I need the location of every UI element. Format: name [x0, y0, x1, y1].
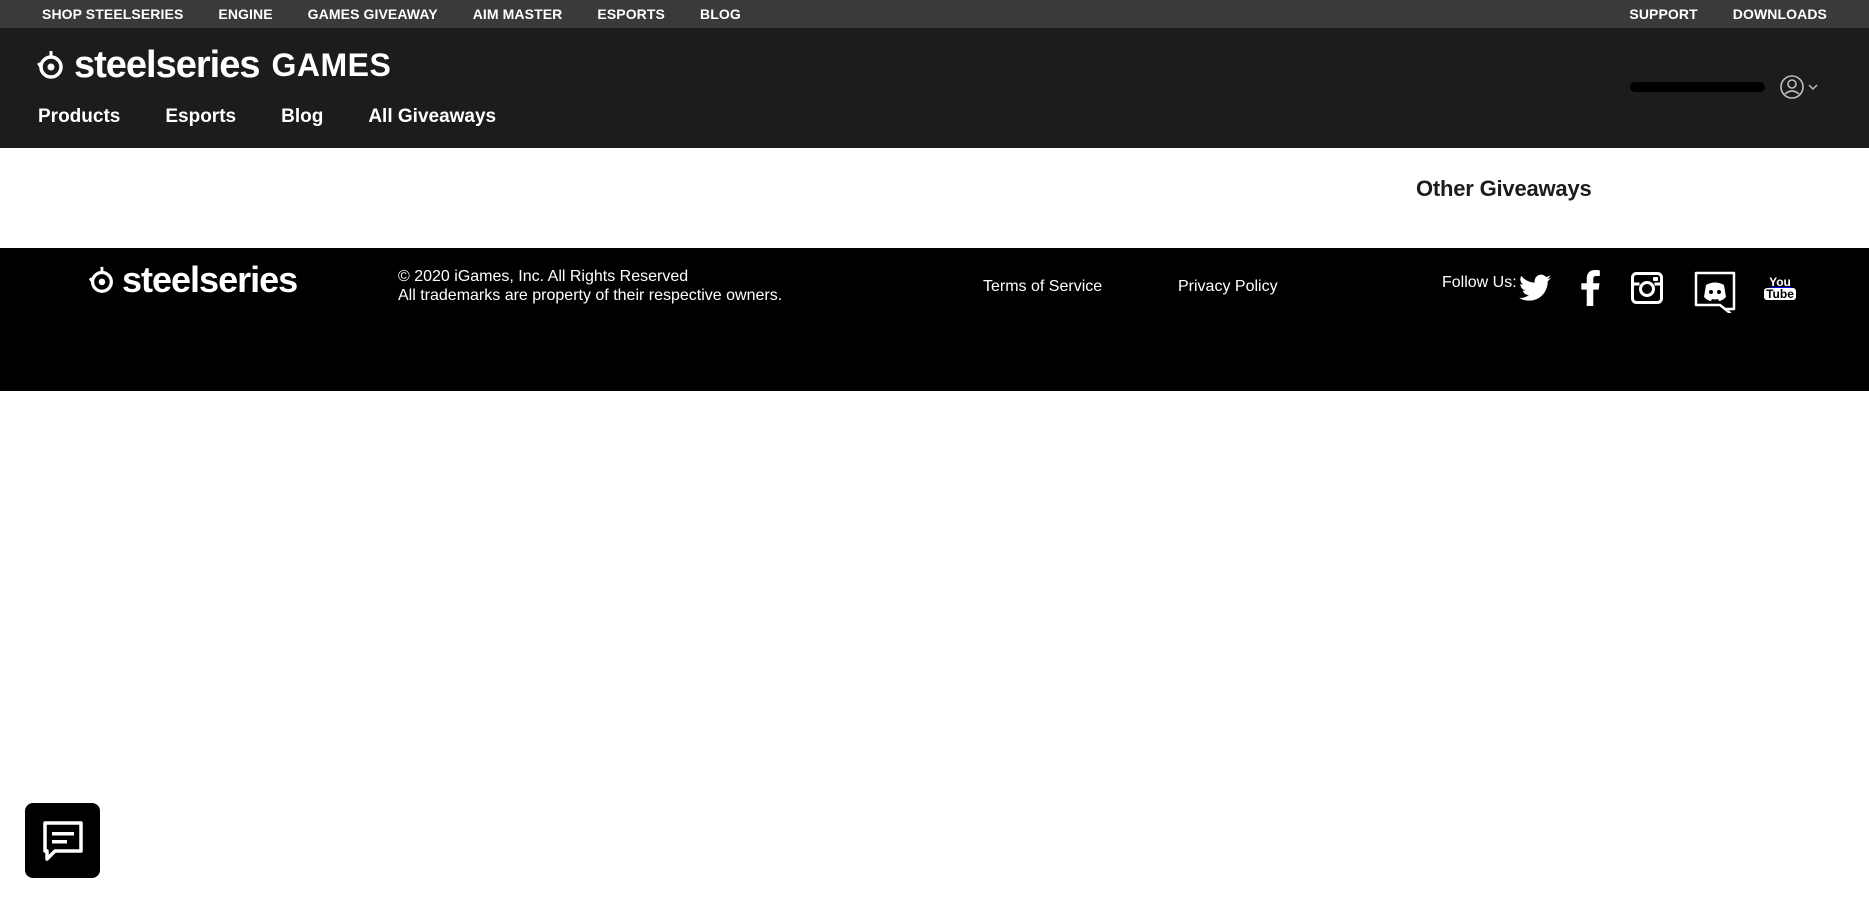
- utility-link-esports[interactable]: ESPORTS: [597, 6, 665, 22]
- trademark-text: All trademarks are property of their res…: [398, 287, 783, 304]
- instagram-link[interactable]: [1630, 268, 1664, 308]
- twitter-icon: [1519, 274, 1551, 301]
- utility-link-engine[interactable]: ENGINE: [218, 6, 272, 22]
- privacy-policy-link[interactable]: Privacy Policy: [1178, 278, 1278, 296]
- utility-link-shop-steelseries[interactable]: SHOP STEELSERIES: [42, 6, 183, 22]
- main-content: Other Giveaways: [0, 148, 1869, 248]
- nav-esports[interactable]: Esports: [165, 106, 236, 128]
- instagram-icon: [1631, 272, 1663, 304]
- steelseries-logo-icon: [37, 51, 63, 79]
- top-utility-bar: SHOP STEELSERIES ENGINE GAMES GIVEAWAY A…: [0, 0, 1869, 28]
- utility-links-left: SHOP STEELSERIES ENGINE GAMES GIVEAWAY A…: [42, 6, 776, 22]
- copyright-text: © 2020 iGames, Inc. All Rights Reserved: [398, 268, 689, 285]
- youtube-icon: You Tube: [1764, 276, 1796, 300]
- footer-brand-name: steelseries: [122, 259, 298, 300]
- footer-brand-link[interactable]: steelseries: [86, 259, 298, 300]
- utility-link-games-giveaway[interactable]: GAMES GIVEAWAY: [308, 6, 438, 22]
- chevron-down-icon[interactable]: [1807, 81, 1819, 93]
- site-header: steelseries GAMES Products Esports Blog …: [0, 28, 1869, 148]
- redacted-username: [1630, 82, 1765, 92]
- chat-icon: [42, 820, 83, 861]
- chat-widget-button[interactable]: [25, 803, 100, 878]
- nav-products[interactable]: Products: [38, 106, 120, 128]
- legal-text: © 2020 iGames, Inc. All Rights Reserved …: [398, 267, 782, 305]
- discord-icon: [1694, 271, 1736, 313]
- youtube-link[interactable]: You Tube: [1764, 268, 1796, 308]
- terms-of-service-link[interactable]: Terms of Service: [983, 278, 1102, 296]
- brand-name: steelseries: [74, 44, 260, 86]
- utility-link-downloads[interactable]: DOWNLOADS: [1733, 6, 1827, 22]
- main-nav: Products Esports Blog All Giveaways: [38, 106, 541, 128]
- steelseries-logo-icon: [88, 266, 113, 293]
- user-menu[interactable]: [1630, 74, 1819, 100]
- brand-suffix: GAMES: [271, 47, 392, 83]
- nav-blog[interactable]: Blog: [281, 106, 323, 128]
- twitter-link[interactable]: [1518, 268, 1552, 308]
- facebook-icon: [1581, 270, 1600, 306]
- follow-us-label: Follow Us:: [1442, 274, 1517, 291]
- site-footer: steelseries © 2020 iGames, Inc. All Righ…: [0, 248, 1869, 391]
- utility-link-aim-master[interactable]: AIM MASTER: [473, 6, 563, 22]
- utility-links-right: SUPPORT DOWNLOADS: [1594, 6, 1827, 22]
- facebook-link[interactable]: [1578, 268, 1602, 308]
- nav-all-giveaways[interactable]: All Giveaways: [368, 106, 496, 128]
- user-circle-icon[interactable]: [1779, 74, 1805, 100]
- utility-link-blog[interactable]: BLOG: [700, 6, 741, 22]
- youtube-tube-text: Tube: [1764, 287, 1796, 301]
- utility-link-support[interactable]: SUPPORT: [1629, 6, 1697, 22]
- discord-link[interactable]: [1694, 270, 1736, 314]
- brand-logo-link[interactable]: steelseries GAMES: [34, 46, 391, 84]
- other-giveaways-heading: Other Giveaways: [1416, 176, 1592, 201]
